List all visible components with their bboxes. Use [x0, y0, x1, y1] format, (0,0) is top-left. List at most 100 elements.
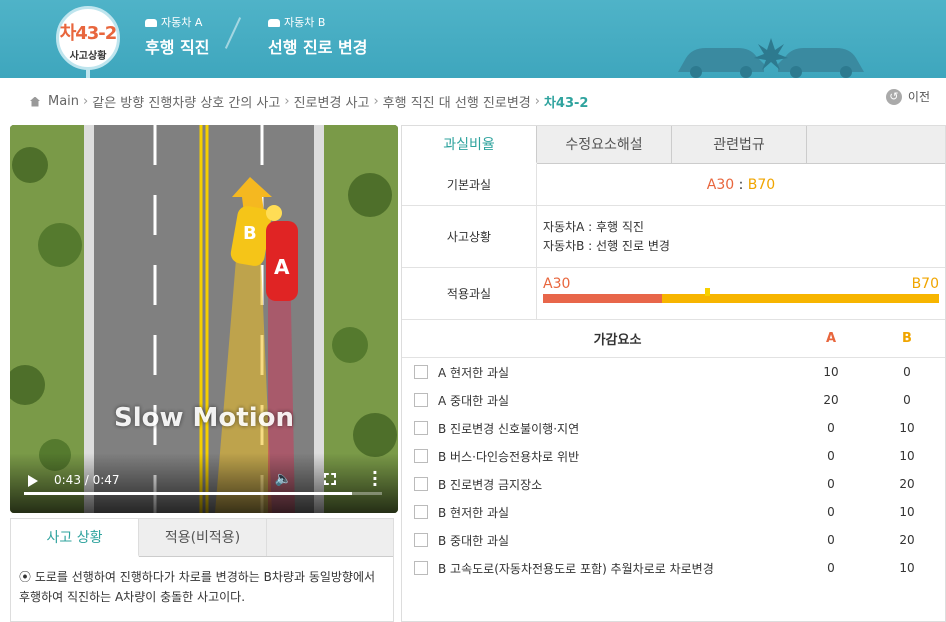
tab-accident-situation[interactable]: 사고 상황	[11, 519, 139, 557]
adjust-value-b: 10	[899, 505, 915, 519]
adjust-checkbox[interactable]	[414, 505, 428, 519]
adjust-value-a: 0	[827, 533, 835, 547]
adjust-value-b: 10	[899, 561, 915, 575]
adjust-list: A 현저한 과실 10 0 A 중대한 과실 20 0 B 진로변경 신호불이행·지연 0 10…	[402, 358, 945, 582]
basic-fault-row: 기본과실 A30 : B70	[402, 164, 945, 206]
adjust-value-b: 0	[903, 365, 911, 379]
breadcrumb-item[interactable]: Main	[48, 94, 79, 109]
video-controls: 0:43 / 0:47 🔈 · · ·	[10, 453, 398, 513]
crash-illustration-icon	[678, 38, 864, 78]
adjust-title: 가감요소	[593, 333, 642, 348]
situation-row: 사고상황 자동차A : 후행 직진 자동차B : 선행 진로 변경	[402, 206, 945, 268]
breadcrumb-item[interactable]: 진로변경 사고	[294, 92, 370, 111]
adjust-label: A 현저한 과실	[438, 365, 510, 380]
tab-adjustment-explanation[interactable]: 수정요소해설	[537, 126, 672, 163]
tab-applicability[interactable]: 적용(비적용)	[139, 519, 267, 556]
situation-description: ⦿ 도로를 선행하여 진행하다가 차로를 변경하는 B차량과 동일방향에서 후행…	[19, 570, 376, 604]
tab-related-laws[interactable]: 관련법규	[672, 126, 807, 163]
adjust-value-b: 10	[899, 449, 915, 463]
video-player[interactable]: B A Slow Motion 0:43 / 0:47 🔈 · · ·	[10, 125, 398, 513]
fault-bar-b-label: B70	[911, 275, 939, 292]
adjust-value-b: 20	[899, 477, 915, 491]
car-b-action: 선행 진로 변경	[268, 38, 368, 57]
adjust-row: B 진로변경 금지장소 0 20	[402, 470, 945, 498]
adjust-value-b: 0	[903, 393, 911, 407]
adjust-col-b: B	[902, 331, 912, 346]
breadcrumb: Main › 같은 방향 진행차량 상호 간의 사고 › 진로변경 사고 › 후…	[30, 92, 588, 111]
situation-label: 사고상황	[402, 206, 537, 267]
adjust-row: B 현저한 과실 0 10	[402, 498, 945, 526]
adjust-row: B 버스·다인승전용차로 위반 0 10	[402, 442, 945, 470]
adjust-label: B 현저한 과실	[438, 505, 510, 520]
fault-bar-a-label: A30	[543, 275, 571, 292]
adjust-row: B 진로변경 신호불이행·지연 0 10	[402, 414, 945, 442]
page-header: 차43-2 사고상황 자동차 A 후행 직진 자동차 B 선행 진로 변경	[0, 0, 946, 78]
adjust-value-a: 0	[827, 561, 835, 575]
breadcrumb-current: 차43-2	[543, 96, 589, 111]
adjust-value-a: 0	[827, 421, 835, 435]
badge-stem	[86, 68, 90, 78]
situation-tabs: 사고 상황 적용(비적용) ⦿ 도로를 선행하여 진행하다가 차로를 변경하는 …	[10, 518, 394, 622]
home-icon[interactable]	[30, 96, 40, 107]
car-icon	[268, 19, 280, 27]
adjust-value-b: 10	[899, 421, 915, 435]
adjust-value-a: 10	[823, 365, 839, 379]
fault-ratio-bar: A30 B70	[543, 274, 939, 314]
video-overlay-text: Slow Motion	[113, 403, 295, 433]
adjust-checkbox[interactable]	[414, 393, 428, 407]
adjust-col-a: A	[825, 331, 837, 346]
fullscreen-icon[interactable]	[324, 473, 336, 485]
case-badge-sub: 사고상황	[69, 51, 107, 62]
breadcrumb-item[interactable]: 후행 직진 대 선행 진로변경	[383, 92, 531, 111]
applied-fault-row: 적용과실 A30 B70	[402, 268, 945, 320]
adjust-value-a: 0	[827, 477, 835, 491]
back-button[interactable]: ↺ 이전	[885, 88, 930, 105]
adjust-value-b: 20	[899, 533, 915, 547]
breadcrumb-item[interactable]: 같은 방향 진행차량 상호 간의 사고	[92, 92, 280, 111]
adjust-checkbox[interactable]	[414, 421, 428, 435]
back-label: 이전	[907, 90, 930, 104]
adjust-checkbox[interactable]	[414, 449, 428, 463]
car-a-action: 후행 직진	[145, 38, 210, 57]
fault-bar-a	[543, 293, 662, 303]
video-progress-bar[interactable]	[24, 492, 382, 495]
adjust-label: B 버스·다인승전용차로 위반	[438, 449, 580, 464]
car-b-marker: B	[243, 223, 257, 244]
adjust-header: 가감요소 A B	[402, 320, 945, 358]
car-icon	[145, 19, 157, 27]
adjust-value-a: 20	[823, 393, 839, 407]
back-icon: ↺	[885, 88, 902, 105]
basic-fault-label: 기본과실	[402, 164, 537, 205]
play-icon[interactable]	[28, 475, 38, 487]
tab-fault-ratio[interactable]: 과실비율	[402, 126, 537, 164]
situation-line-a: 자동차A : 후행 직진	[543, 219, 644, 234]
adjust-label: B 중대한 과실	[438, 533, 510, 548]
situation-line-b: 자동차B : 선행 진로 변경	[543, 238, 670, 253]
adjust-row: B 고속도로(자동차전용도로 포함) 추월차로로 차로변경 0 10	[402, 554, 945, 582]
adjust-label: B 고속도로(자동차전용도로 포함) 추월차로로 차로변경	[438, 561, 714, 576]
fault-bar-marker	[705, 287, 711, 296]
adjust-value-a: 0	[827, 505, 835, 519]
header-divider	[224, 17, 242, 49]
car-b-label: 자동차 B	[268, 14, 325, 30]
applied-fault-label: 적용과실	[402, 268, 537, 319]
video-progress-fill	[24, 492, 352, 495]
adjust-row: A 중대한 과실 20 0	[402, 386, 945, 414]
fault-panel: 과실비율 수정요소해설 관련법규 기본과실 A30 : B70 사고상황 자동차…	[401, 125, 946, 622]
adjust-label: B 진로변경 신호불이행·지연	[438, 421, 580, 436]
adjust-label: B 진로변경 금지장소	[438, 477, 543, 492]
adjust-checkbox[interactable]	[414, 365, 428, 379]
car-a-marker: A	[274, 255, 290, 279]
adjust-row: A 현저한 과실 10 0	[402, 358, 945, 386]
video-time: 0:43 / 0:47	[54, 473, 120, 487]
adjust-row: B 중대한 과실 0 20	[402, 526, 945, 554]
case-badge: 차43-2 사고상황	[56, 6, 120, 70]
adjust-checkbox[interactable]	[414, 477, 428, 491]
volume-icon[interactable]: 🔈	[275, 471, 292, 487]
car-a-label: 자동차 A	[145, 14, 202, 30]
adjust-value-a: 0	[827, 449, 835, 463]
adjust-checkbox[interactable]	[414, 533, 428, 547]
basic-fault-value: A30 : B70	[706, 176, 776, 193]
adjust-checkbox[interactable]	[414, 561, 428, 575]
more-options-icon[interactable]: · · ·	[372, 465, 378, 493]
